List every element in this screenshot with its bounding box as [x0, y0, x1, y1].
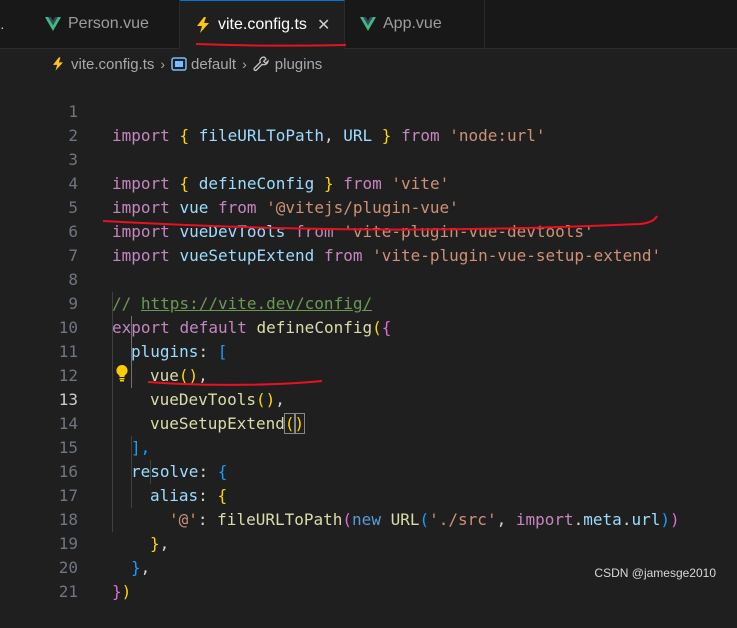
lightning-icon: [194, 17, 212, 33]
code-line: 4 import vue from '@vitejs/plugin-vue': [0, 148, 737, 217]
code-line: 1 import { fileURLToPath, URL } from 'no…: [0, 76, 737, 145]
code-token: }: [112, 582, 122, 601]
code-line: 15 resolve: {: [0, 412, 737, 481]
breadcrumb-file[interactable]: vite.config.ts: [53, 56, 154, 73]
lightning-icon: [53, 57, 63, 71]
tab-bar: · Person.vue vite.config.ts ✕ App.vue: [0, 0, 737, 49]
lightbulb-icon[interactable]: [114, 364, 130, 382]
code-line: 20 }): [0, 532, 737, 601]
code-line: 19 },: [0, 508, 737, 577]
code-line: 14 ],: [0, 388, 737, 457]
tab-label: App.vue: [383, 15, 442, 32]
vue-icon: [359, 16, 377, 32]
code-line: 9 export default defineConfig({: [0, 268, 737, 337]
code-token: ): [121, 582, 132, 601]
chevron-right-icon: ›: [242, 56, 247, 72]
watermark: CSDN @jamesge2010: [594, 566, 716, 580]
code-line: 17 '@': fileURLToPath(new URL('./src', i…: [0, 460, 737, 529]
breadcrumb-symbol-label: plugins: [274, 55, 323, 73]
vue-icon: [44, 16, 62, 32]
wrench-icon: [253, 56, 269, 72]
code-line: 12 vueDevTools(),: [0, 340, 737, 409]
code-line: 3 import { defineConfig } from 'vite': [0, 124, 737, 193]
breadcrumb: vite.config.ts › default › plugins: [0, 52, 737, 76]
module-icon: [171, 57, 187, 71]
code-line: 6 import vueSetupExtend from 'vite-plugi…: [0, 196, 737, 265]
code-line: 10 plugins: [: [0, 292, 737, 361]
tab-vite-config[interactable]: vite.config.ts ✕: [180, 0, 345, 49]
code-line: 2: [0, 100, 737, 145]
line-number: 21: [58, 582, 78, 601]
tab-label: Person.vue: [68, 15, 149, 32]
tab-label: vite.config.ts: [218, 16, 307, 33]
tab-app-vue[interactable]: App.vue: [345, 0, 485, 48]
breadcrumb-symbol-plugins[interactable]: plugins: [253, 55, 323, 73]
code-line: 16 alias: {: [0, 436, 737, 505]
code-line: 5 import vueDevTools from 'vite-plugin-v…: [0, 172, 737, 241]
breadcrumb-symbol-default[interactable]: default: [171, 56, 236, 73]
breadcrumb-file-label: vite.config.ts: [71, 55, 155, 73]
more-tabs-indicator[interactable]: ·: [0, 20, 10, 34]
code-editor[interactable]: 1 import { fileURLToPath, URL } from 'no…: [0, 76, 737, 601]
code-line-current: 13 vueSetupExtend(): [0, 364, 737, 434]
chevron-right-icon: ›: [160, 56, 166, 72]
code-line: 11 vue(),: [0, 316, 737, 385]
code-line: 8 // https://vite.dev/config/: [0, 244, 737, 313]
code-line: 18 },: [0, 484, 737, 553]
tab-person-vue[interactable]: Person.vue: [30, 0, 180, 48]
breadcrumb-symbol-label: default: [191, 55, 237, 73]
close-icon[interactable]: ✕: [317, 15, 330, 35]
code-line: 7: [0, 220, 737, 265]
